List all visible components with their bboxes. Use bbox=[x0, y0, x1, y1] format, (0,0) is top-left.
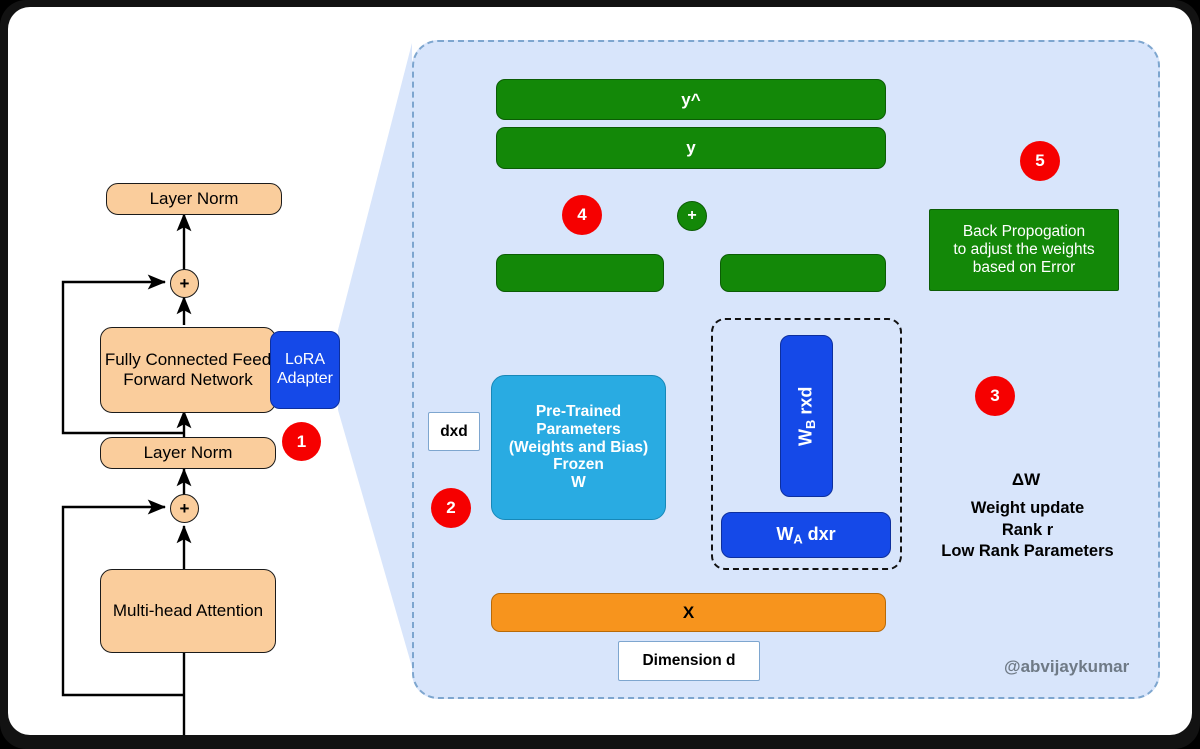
w-b-box: WB rxd bbox=[780, 335, 833, 497]
right-branch-box bbox=[720, 254, 886, 292]
delta-w-description: Weight update Rank r Low Rank Parameters bbox=[915, 477, 1140, 563]
badge-2-label: 2 bbox=[446, 498, 456, 518]
diagram-canvas: Layer Norm + Fully Connected Feed Forwar… bbox=[8, 7, 1192, 735]
dxd-label-box: dxd bbox=[428, 412, 480, 451]
badge-3-label: 3 bbox=[990, 386, 1000, 406]
badge-5-label: 5 bbox=[1035, 151, 1045, 171]
y-box: y bbox=[496, 127, 886, 169]
y-label: y bbox=[686, 138, 696, 158]
dimension-label-box: Dimension d bbox=[618, 641, 760, 681]
device-frame: Layer Norm + Fully Connected Feed Forwar… bbox=[0, 0, 1200, 749]
input-x-box: X bbox=[491, 593, 886, 632]
pretrained-parameters-label: Pre-Trained Parameters (Weights and Bias… bbox=[508, 402, 649, 492]
input-x-label: X bbox=[682, 602, 695, 622]
panel-sum-label: + bbox=[687, 206, 697, 224]
screenshot-root: Layer Norm + Fully Connected Feed Forwar… bbox=[0, 0, 1200, 749]
delta-w-description-label: Weight update Rank r Low Rank Parameters bbox=[941, 499, 1114, 561]
badge-1-label: 1 bbox=[296, 431, 307, 451]
author-watermark: @abvijaykumar bbox=[1004, 657, 1129, 677]
badge-1: 1 bbox=[282, 422, 321, 461]
w-a-label: WA dxr bbox=[776, 523, 836, 547]
author-watermark-label: @abvijaykumar bbox=[1004, 657, 1130, 676]
y-hat-box: y^ bbox=[496, 79, 886, 120]
dimension-label: Dimension d bbox=[642, 652, 736, 670]
dxd-label: dxd bbox=[440, 422, 468, 440]
back-propagation-label: Back Propogation to adjust the weights b… bbox=[953, 223, 1095, 276]
left-branch-box bbox=[496, 254, 664, 292]
badge-4-label: 4 bbox=[577, 205, 587, 225]
w-b-label: WB rxd bbox=[795, 386, 818, 446]
w-a-box: WA dxr bbox=[721, 512, 891, 558]
badge-2: 2 bbox=[431, 488, 471, 528]
back-propagation-box: Back Propogation to adjust the weights b… bbox=[929, 209, 1119, 291]
y-hat-label: y^ bbox=[681, 89, 701, 109]
pretrained-parameters-box: Pre-Trained Parameters (Weights and Bias… bbox=[491, 375, 666, 520]
badge-4: 4 bbox=[562, 195, 602, 235]
badge-5: 5 bbox=[1020, 141, 1060, 181]
badge-3: 3 bbox=[975, 376, 1015, 416]
panel-sum-node: + bbox=[677, 201, 707, 231]
